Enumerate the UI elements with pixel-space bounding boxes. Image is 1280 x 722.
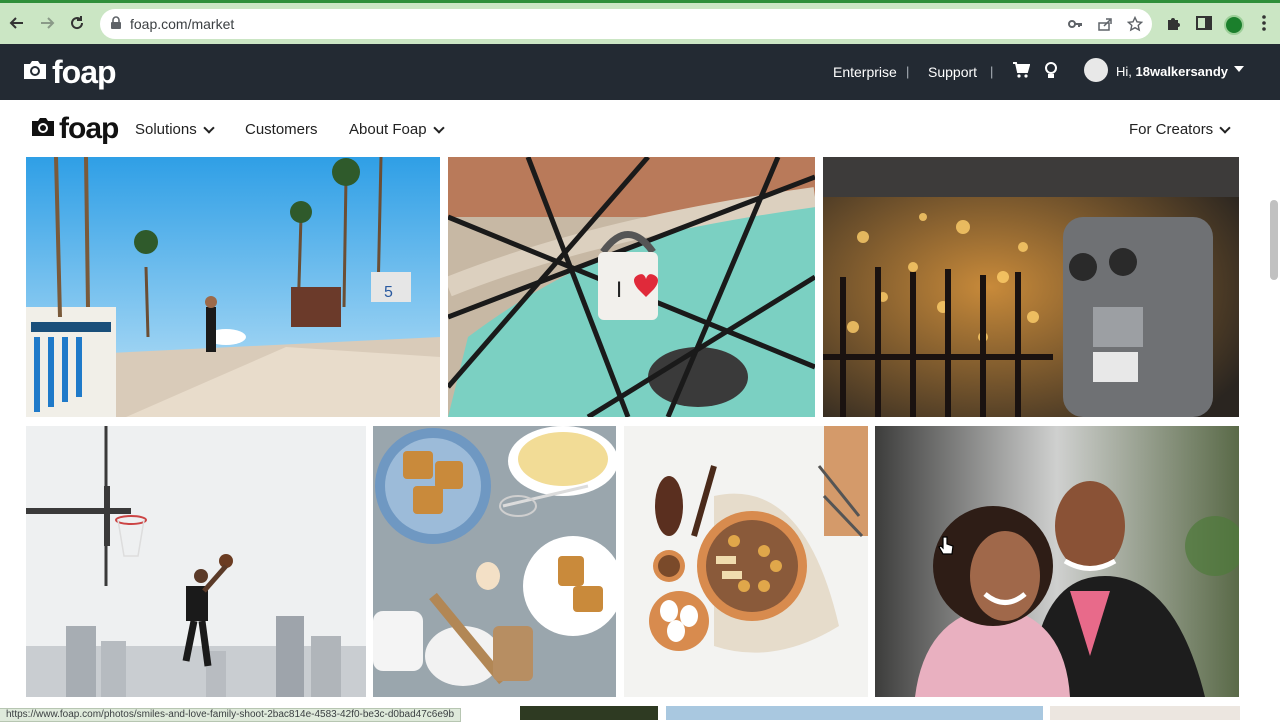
- chevron-down-icon: [203, 121, 215, 134]
- sidepanel-icon[interactable]: [1194, 14, 1214, 34]
- photo-partial[interactable]: [1050, 706, 1240, 720]
- separator: |: [990, 64, 994, 79]
- reload-icon[interactable]: [66, 12, 88, 34]
- photo-love-lock[interactable]: I: [448, 157, 815, 417]
- foap-logo-dark[interactable]: foap: [30, 112, 119, 146]
- nav-customers[interactable]: Customers: [245, 121, 318, 138]
- chevron-down-icon: [1219, 121, 1231, 134]
- forward-icon[interactable]: [36, 12, 58, 34]
- menu-dots-icon[interactable]: [1254, 14, 1274, 34]
- nav-label: Solutions: [135, 121, 197, 138]
- camera-icon: [30, 116, 56, 143]
- hand-cursor-icon: [938, 536, 954, 558]
- chevron-down-icon: [432, 121, 445, 134]
- separator: |: [906, 64, 910, 79]
- photo-waffles[interactable]: [373, 426, 616, 697]
- logo-text: foap: [52, 53, 117, 90]
- back-icon[interactable]: [6, 12, 28, 34]
- cart-icon[interactable]: [1012, 61, 1031, 81]
- browser-toolbar: foap.com/market: [0, 0, 1280, 44]
- photo-snack-bowl[interactable]: [624, 426, 868, 697]
- enterprise-link[interactable]: Enterprise: [833, 64, 897, 80]
- greeting-prefix: Hi,: [1116, 64, 1132, 79]
- key-icon[interactable]: [1067, 16, 1083, 32]
- support-link[interactable]: Support: [928, 64, 977, 80]
- camera-icon: [22, 59, 48, 86]
- photo-partial[interactable]: [520, 706, 658, 720]
- photo-beach-boardwalk[interactable]: 5: [26, 157, 440, 417]
- photo-binoculars-night[interactable]: [823, 157, 1239, 417]
- address-bar[interactable]: foap.com/market: [100, 9, 1152, 39]
- photo-basketball-dunk[interactable]: [26, 426, 366, 697]
- star-icon[interactable]: [1126, 15, 1144, 32]
- nav-for-creators[interactable]: For Creators: [1129, 121, 1231, 138]
- nav-label: About Foap: [349, 121, 427, 138]
- logo-text: foap: [59, 112, 119, 145]
- nav-solutions[interactable]: Solutions: [135, 121, 215, 138]
- page-scrollbar[interactable]: [1270, 200, 1278, 280]
- nav-label: For Creators: [1129, 121, 1214, 138]
- bulb-icon[interactable]: [1044, 61, 1062, 81]
- username: 18walkersandy: [1135, 64, 1229, 79]
- photo-smiling-couple[interactable]: [875, 426, 1239, 697]
- url-text[interactable]: foap.com/market: [130, 16, 234, 32]
- foap-logo[interactable]: foap: [22, 53, 117, 90]
- svg-text:5: 5: [384, 284, 393, 301]
- lock-icon[interactable]: [110, 16, 124, 32]
- user-avatar[interactable]: [1084, 58, 1108, 82]
- profile-avatar-icon[interactable]: [1224, 15, 1244, 35]
- puzzle-icon[interactable]: [1164, 14, 1184, 34]
- svg-text:I: I: [616, 277, 622, 302]
- nav-label: Customers: [245, 121, 318, 138]
- chevron-down-icon[interactable]: [1234, 66, 1244, 72]
- main-nav: foap Solutions Customers About Foap For …: [0, 100, 1280, 158]
- nav-about-foap[interactable]: About Foap: [349, 121, 445, 138]
- user-greeting[interactable]: Hi, 18walkersandy: [1116, 64, 1228, 79]
- photo-partial[interactable]: [666, 706, 1043, 720]
- share-icon[interactable]: [1097, 16, 1113, 32]
